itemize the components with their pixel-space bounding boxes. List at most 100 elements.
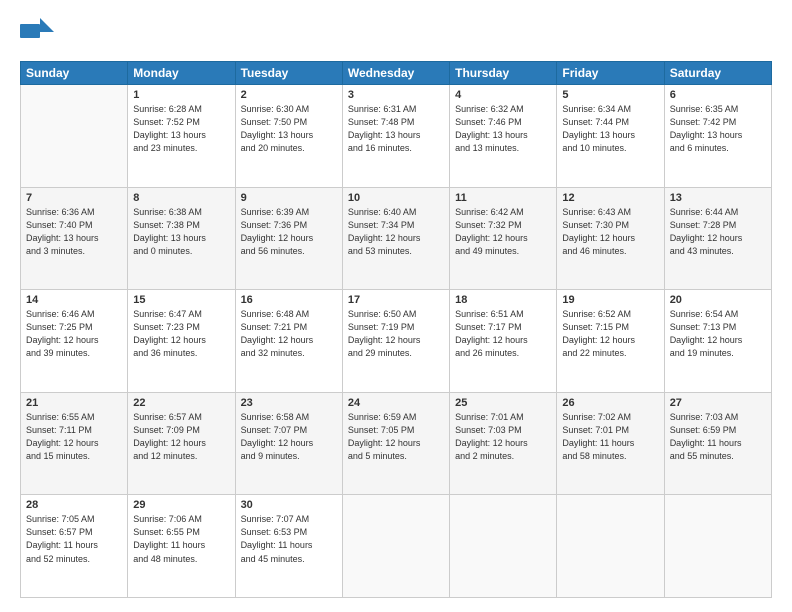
day-info: Sunrise: 7:02 AMSunset: 7:01 PMDaylight:… — [562, 411, 658, 463]
calendar-cell — [664, 495, 771, 598]
logo — [20, 18, 60, 51]
day-info: Sunrise: 6:59 AMSunset: 7:05 PMDaylight:… — [348, 411, 444, 463]
calendar-cell: 24 Sunrise: 6:59 AMSunset: 7:05 PMDayligh… — [342, 392, 449, 495]
weekday-header: Tuesday — [235, 62, 342, 85]
calendar-cell: 3Sunrise: 6:31 AMSunset: 7:48 PMDaylight… — [342, 85, 449, 188]
day-number: 8 — [133, 192, 229, 204]
day-number: 20 — [670, 294, 766, 306]
calendar-table: SundayMondayTuesdayWednesdayThursdayFrid… — [20, 61, 772, 598]
day-number: 3 — [348, 89, 444, 101]
day-number: 28 — [26, 499, 122, 511]
calendar-cell: 21Sunrise: 6:55 AMSunset: 7:11 PMDayligh… — [21, 392, 128, 495]
day-info: Sunrise: 6:54 AMSunset: 7:13 PMDaylight:… — [670, 308, 766, 360]
calendar-cell: 11Sunrise: 6:42 AMSunset: 7:32 PMDayligh… — [450, 187, 557, 290]
logo-icon — [20, 18, 54, 46]
calendar-cell: 6Sunrise: 6:35 AMSunset: 7:42 PMDaylight… — [664, 85, 771, 188]
day-info: Sunrise: 6:40 AMSunset: 7:34 PMDaylight:… — [348, 206, 444, 258]
day-info: Sunrise: 7:05 AMSunset: 6:57 PMDaylight:… — [26, 513, 122, 565]
calendar-cell: 19 Sunrise: 6:52 AMSunset: 7:15 PMDayligh… — [557, 290, 664, 393]
calendar-cell — [342, 495, 449, 598]
calendar-cell: 4 Sunrise: 6:32 AMSunset: 7:46 PMDaylight… — [450, 85, 557, 188]
day-info: Sunrise: 6:32 AMSunset: 7:46 PMDaylight:… — [455, 103, 551, 155]
weekday-header: Friday — [557, 62, 664, 85]
page-header — [20, 18, 772, 51]
day-number: 13 — [670, 192, 766, 204]
day-info: Sunrise: 6:50 AMSunset: 7:19 PMDaylight:… — [348, 308, 444, 360]
day-number: 9 — [241, 192, 337, 204]
day-info: Sunrise: 6:52 AMSunset: 7:15 PMDaylight:… — [562, 308, 658, 360]
calendar-cell: 23 Sunrise: 6:58 AMSunset: 7:07 PMDayligh… — [235, 392, 342, 495]
calendar-cell: 8 Sunrise: 6:38 AMSunset: 7:38 PMDaylight… — [128, 187, 235, 290]
calendar-cell: 22 Sunrise: 6:57 AMSunset: 7:09 PMDayligh… — [128, 392, 235, 495]
calendar-cell: 30 Sunrise: 7:07 AMSunset: 6:53 PMDayligh… — [235, 495, 342, 598]
day-number: 24 — [348, 397, 444, 409]
day-info: Sunrise: 7:07 AMSunset: 6:53 PMDaylight:… — [241, 513, 337, 565]
day-info: Sunrise: 6:48 AMSunset: 7:21 PMDaylight:… — [241, 308, 337, 360]
calendar-cell: 7 Sunrise: 6:36 AMSunset: 7:40 PMDaylight… — [21, 187, 128, 290]
weekday-header: Monday — [128, 62, 235, 85]
calendar-cell: 28 Sunrise: 7:05 AMSunset: 6:57 PMDayligh… — [21, 495, 128, 598]
day-number: 19 — [562, 294, 658, 306]
calendar-week-row: 7 Sunrise: 6:36 AMSunset: 7:40 PMDaylight… — [21, 187, 772, 290]
day-info: Sunrise: 7:03 AMSunset: 6:59 PMDaylight:… — [670, 411, 766, 463]
day-info: Sunrise: 6:38 AMSunset: 7:38 PMDaylight:… — [133, 206, 229, 258]
calendar-cell: 27 Sunrise: 7:03 AMSunset: 6:59 PMDayligh… — [664, 392, 771, 495]
weekday-header: Saturday — [664, 62, 771, 85]
day-number: 5 — [562, 89, 658, 101]
day-number: 22 — [133, 397, 229, 409]
calendar-cell: 26 Sunrise: 7:02 AMSunset: 7:01 PMDayligh… — [557, 392, 664, 495]
day-number: 4 — [455, 89, 551, 101]
day-info: Sunrise: 6:35 AMSunset: 7:42 PMDaylight:… — [670, 103, 766, 155]
calendar-cell: 18 Sunrise: 6:51 AMSunset: 7:17 PMDayligh… — [450, 290, 557, 393]
day-number: 18 — [455, 294, 551, 306]
day-number: 14 — [26, 294, 122, 306]
calendar-header-row: SundayMondayTuesdayWednesdayThursdayFrid… — [21, 62, 772, 85]
day-info: Sunrise: 7:01 AMSunset: 7:03 PMDaylight:… — [455, 411, 551, 463]
day-number: 1 — [133, 89, 229, 101]
day-number: 10 — [348, 192, 444, 204]
calendar-week-row: 14 Sunrise: 6:46 AMSunset: 7:25 PMDayligh… — [21, 290, 772, 393]
calendar-cell: 15 Sunrise: 6:47 AMSunset: 7:23 PMDayligh… — [128, 290, 235, 393]
calendar-cell: 10 Sunrise: 6:40 AMSunset: 7:34 PMDayligh… — [342, 187, 449, 290]
day-number: 15 — [133, 294, 229, 306]
day-number: 7 — [26, 192, 122, 204]
day-info: Sunrise: 6:34 AMSunset: 7:44 PMDaylight:… — [562, 103, 658, 155]
calendar-week-row: 1 Sunrise: 6:28 AMSunset: 7:52 PMDaylight… — [21, 85, 772, 188]
calendar-cell: 17 Sunrise: 6:50 AMSunset: 7:19 PMDayligh… — [342, 290, 449, 393]
day-info: Sunrise: 6:58 AMSunset: 7:07 PMDaylight:… — [241, 411, 337, 463]
calendar-cell — [21, 85, 128, 188]
day-number: 30 — [241, 499, 337, 511]
calendar-cell: 1 Sunrise: 6:28 AMSunset: 7:52 PMDaylight… — [128, 85, 235, 188]
calendar-cell: 25 Sunrise: 7:01 AMSunset: 7:03 PMDayligh… — [450, 392, 557, 495]
day-info: Sunrise: 6:42 AMSunset: 7:32 PMDaylight:… — [455, 206, 551, 258]
day-info: Sunrise: 6:51 AMSunset: 7:17 PMDaylight:… — [455, 308, 551, 360]
day-number: 26 — [562, 397, 658, 409]
day-info: Sunrise: 6:47 AMSunset: 7:23 PMDaylight:… — [133, 308, 229, 360]
weekday-header: Sunday — [21, 62, 128, 85]
day-number: 23 — [241, 397, 337, 409]
day-number: 25 — [455, 397, 551, 409]
day-info: Sunrise: 6:55 AMSunset: 7:11 PMDaylight:… — [26, 411, 122, 463]
day-number: 17 — [348, 294, 444, 306]
calendar-cell — [557, 495, 664, 598]
calendar-cell: 13 Sunrise: 6:44 AMSunset: 7:28 PMDayligh… — [664, 187, 771, 290]
day-info: Sunrise: 6:43 AMSunset: 7:30 PMDaylight:… — [562, 206, 658, 258]
calendar-cell: 9 Sunrise: 6:39 AMSunset: 7:36 PMDaylight… — [235, 187, 342, 290]
calendar-cell: 14 Sunrise: 6:46 AMSunset: 7:25 PMDayligh… — [21, 290, 128, 393]
calendar-week-row: 28 Sunrise: 7:05 AMSunset: 6:57 PMDayligh… — [21, 495, 772, 598]
calendar-cell — [450, 495, 557, 598]
day-number: 27 — [670, 397, 766, 409]
day-info: Sunrise: 6:44 AMSunset: 7:28 PMDaylight:… — [670, 206, 766, 258]
day-number: 12 — [562, 192, 658, 204]
day-info: Sunrise: 6:39 AMSunset: 7:36 PMDaylight:… — [241, 206, 337, 258]
day-number: 2 — [241, 89, 337, 101]
calendar-cell: 12 Sunrise: 6:43 AMSunset: 7:30 PMDayligh… — [557, 187, 664, 290]
day-info: Sunrise: 6:57 AMSunset: 7:09 PMDaylight:… — [133, 411, 229, 463]
day-info: Sunrise: 6:46 AMSunset: 7:25 PMDaylight:… — [26, 308, 122, 360]
day-info: Sunrise: 6:36 AMSunset: 7:40 PMDaylight:… — [26, 206, 122, 258]
calendar-cell: 20 Sunrise: 6:54 AMSunset: 7:13 PMDayligh… — [664, 290, 771, 393]
day-info: Sunrise: 6:30 AMSunset: 7:50 PMDaylight:… — [241, 103, 337, 155]
day-number: 29 — [133, 499, 229, 511]
day-number: 16 — [241, 294, 337, 306]
day-info: Sunrise: 6:28 AMSunset: 7:52 PMDaylight:… — [133, 103, 229, 155]
